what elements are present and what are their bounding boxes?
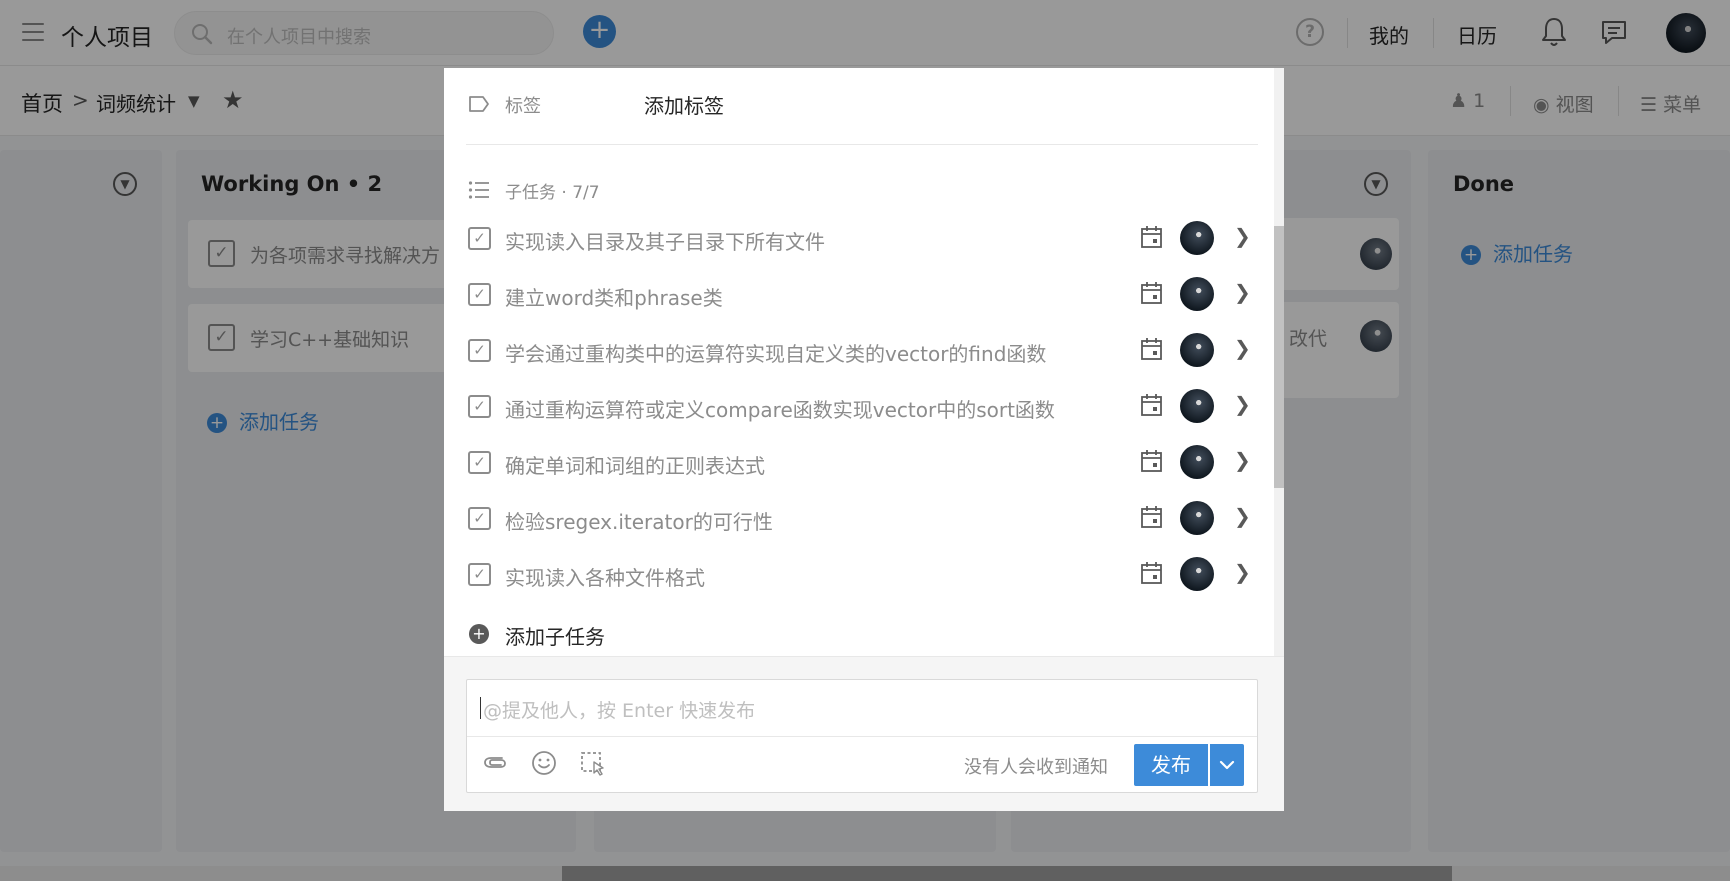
subtask-row[interactable]: ✓ 实现读入各种文件格式 ❯: [444, 547, 1264, 603]
notify-text: 没有人会收到通知: [964, 757, 1108, 778]
attachment-icon[interactable]: [482, 750, 508, 774]
subtask-checkbox[interactable]: ✓: [468, 507, 491, 530]
chevron-right-icon[interactable]: ❯: [1234, 504, 1251, 528]
chevron-right-icon[interactable]: ❯: [1234, 448, 1251, 472]
divider: [466, 144, 1258, 145]
assignee-avatar[interactable]: [1180, 333, 1214, 367]
subtask-checkbox[interactable]: ✓: [468, 339, 491, 362]
comment-placeholder: @提及他人，按 Enter 快速发布: [483, 700, 756, 722]
add-subtask-button[interactable]: 添加子任务: [505, 621, 605, 650]
subtask-row[interactable]: ✓ 检验sregex.iterator的可行性 ❯: [444, 491, 1264, 547]
calendar-icon[interactable]: [1140, 393, 1163, 417]
subtask-checkbox[interactable]: ✓: [468, 563, 491, 586]
tag-icon: [469, 96, 489, 112]
task-detail-modal: 标签 添加标签 子任务 · 7/7 ✓ 实现读入目录及其子目录下所有文件 ❯ ✓…: [444, 68, 1284, 811]
subtask-checkbox[interactable]: ✓: [468, 451, 491, 474]
assignee-avatar[interactable]: [1180, 221, 1214, 255]
calendar-icon[interactable]: [1140, 337, 1163, 361]
chevron-right-icon[interactable]: ❯: [1234, 392, 1251, 416]
subtask-title[interactable]: 检验sregex.iterator的可行性: [505, 506, 773, 535]
subtask-title[interactable]: 建立word类和phrase类: [505, 282, 723, 311]
subtask-title[interactable]: 学会通过重构类中的运算符实现自定义类的vector的find函数: [505, 338, 1046, 367]
subtask-row[interactable]: ✓ 实现读入目录及其子目录下所有文件 ❯: [444, 211, 1264, 267]
calendar-icon[interactable]: [1140, 505, 1163, 529]
screenshot-icon[interactable]: [579, 750, 605, 776]
modal-scrollbar-thumb[interactable]: [1274, 226, 1284, 488]
subtask-checkbox[interactable]: ✓: [468, 395, 491, 418]
calendar-icon[interactable]: [1140, 281, 1163, 305]
subtask-title[interactable]: 通过重构运算符或定义compare函数实现vector中的sort函数: [505, 394, 1055, 423]
chevron-right-icon[interactable]: ❯: [1234, 560, 1251, 584]
calendar-icon[interactable]: [1140, 561, 1163, 585]
subtask-checkbox[interactable]: ✓: [468, 283, 491, 306]
calendar-icon[interactable]: [1140, 449, 1163, 473]
subtask-row[interactable]: ✓ 建立word类和phrase类 ❯: [444, 267, 1264, 323]
assignee-avatar[interactable]: [1180, 557, 1214, 591]
subtask-title[interactable]: 实现读入各种文件格式: [505, 562, 705, 591]
divider: [467, 736, 1257, 737]
publish-button[interactable]: 发布: [1134, 744, 1208, 786]
subtask-title[interactable]: 确定单词和词组的正则表达式: [505, 450, 765, 479]
emoji-icon[interactable]: [531, 750, 557, 776]
subtasks-header: 子任务 · 7/7: [505, 183, 600, 203]
chevron-down-icon: [1219, 760, 1235, 770]
tag-label: 标签: [505, 96, 541, 117]
comment-area: @提及他人，按 Enter 快速发布 没有人会收到通知 发布: [444, 656, 1284, 811]
chevron-right-icon[interactable]: ❯: [1234, 280, 1251, 304]
subtask-row[interactable]: ✓ 学会通过重构类中的运算符实现自定义类的vector的find函数 ❯: [444, 323, 1264, 379]
subtask-checkbox[interactable]: ✓: [468, 227, 491, 250]
assignee-avatar[interactable]: [1180, 445, 1214, 479]
text-cursor: [480, 697, 481, 719]
assignee-avatar[interactable]: [1180, 501, 1214, 535]
subtask-row[interactable]: ✓ 通过重构运算符或定义compare函数实现vector中的sort函数 ❯: [444, 379, 1264, 435]
subtask-title[interactable]: 实现读入目录及其子目录下所有文件: [505, 226, 825, 255]
add-tag-button[interactable]: 添加标签: [644, 90, 724, 119]
assignee-avatar[interactable]: [1180, 389, 1214, 423]
calendar-icon[interactable]: [1140, 225, 1163, 249]
plus-circle-icon[interactable]: +: [469, 624, 489, 644]
assignee-avatar[interactable]: [1180, 277, 1214, 311]
chevron-right-icon[interactable]: ❯: [1234, 224, 1251, 248]
list-icon: [468, 181, 489, 199]
subtask-row[interactable]: ✓ 确定单词和词组的正则表达式 ❯: [444, 435, 1264, 491]
chevron-right-icon[interactable]: ❯: [1234, 336, 1251, 360]
publish-dropdown-button[interactable]: [1210, 744, 1244, 786]
comment-input[interactable]: @提及他人，按 Enter 快速发布 没有人会收到通知 发布: [466, 679, 1258, 793]
